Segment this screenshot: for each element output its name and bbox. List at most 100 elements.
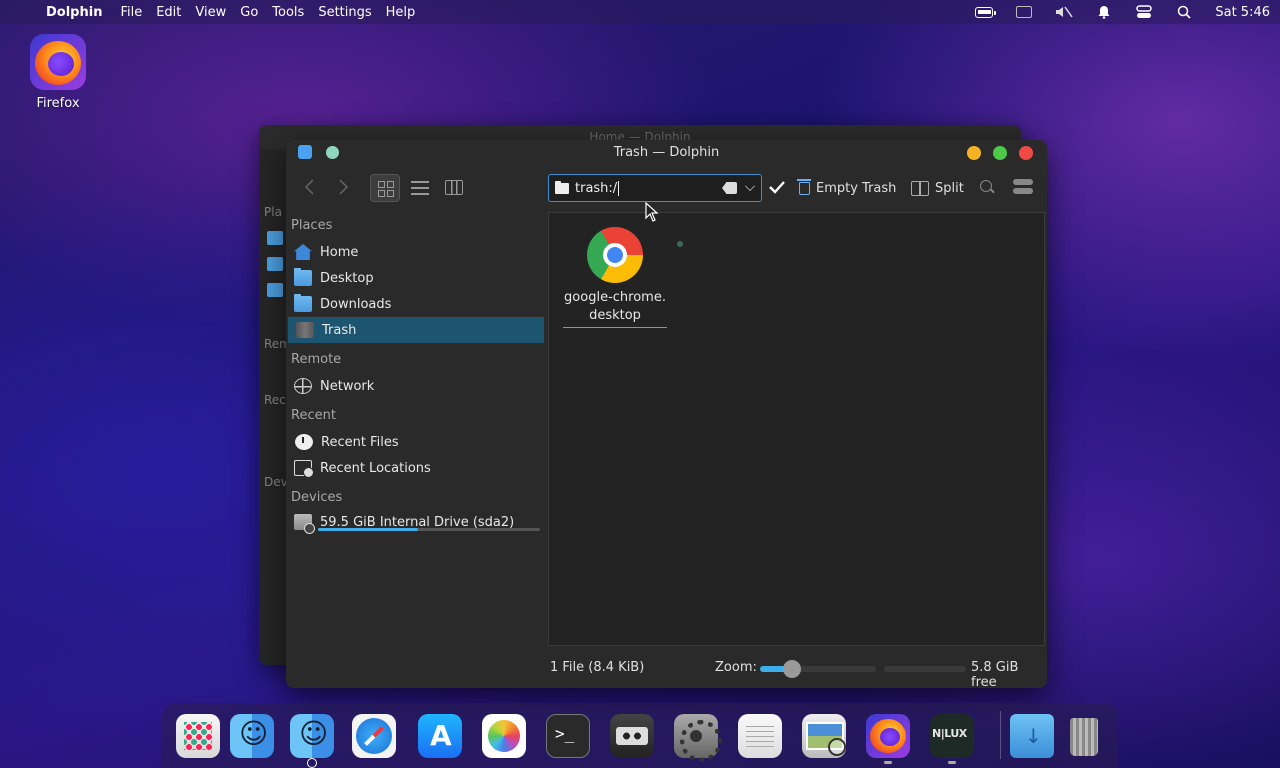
checkmark-icon xyxy=(769,181,785,194)
close-button[interactable] xyxy=(1019,146,1033,160)
icons-view-button[interactable] xyxy=(370,174,400,202)
chevron-right-icon xyxy=(339,179,349,195)
cassette-player-icon[interactable] xyxy=(610,714,654,758)
window-titlebar[interactable]: Trash — Dolphin xyxy=(286,140,1047,164)
details-view-button[interactable] xyxy=(438,174,468,202)
globe-icon xyxy=(294,378,312,394)
list-view-icon xyxy=(411,181,429,195)
control-center-icon[interactable] xyxy=(1135,5,1153,19)
places-panel: Places Home Desktop Downloads Trash Remo… xyxy=(286,210,544,650)
zoom-slider-handle[interactable] xyxy=(783,660,802,678)
sidebar-item-internal-drive[interactable]: 59.5 GiB Internal Drive (sda2) xyxy=(288,509,544,535)
places-section-title: Places xyxy=(291,218,333,233)
chevron-left-icon xyxy=(304,179,314,195)
confirm-location-button[interactable] xyxy=(768,178,785,196)
menu-settings[interactable]: Settings xyxy=(318,5,371,20)
nilux-icon[interactable] xyxy=(930,714,974,758)
system-settings-icon[interactable] xyxy=(674,714,722,762)
zoom-label: Zoom: xyxy=(715,660,757,675)
desktop-icon-firefox[interactable]: Firefox xyxy=(22,34,94,111)
compact-view-button[interactable] xyxy=(404,174,434,202)
sidebar-item-label: Recent Files xyxy=(321,434,399,450)
zoom-slider[interactable] xyxy=(760,660,876,678)
menu-bar-clock[interactable]: Sat 5:46 xyxy=(1215,5,1270,20)
empty-trash-button[interactable]: Empty Trash xyxy=(797,174,897,202)
dolphin-app-icon[interactable] xyxy=(298,145,312,159)
sidebar-item-downloads[interactable]: Downloads xyxy=(288,291,544,317)
empty-trash-label: Empty Trash xyxy=(816,180,897,196)
preview-icon[interactable] xyxy=(802,714,846,758)
location-bar[interactable]: trash:/ xyxy=(548,174,762,202)
maximize-button[interactable] xyxy=(993,146,1007,160)
sidebar-item-trash[interactable]: Trash xyxy=(288,317,544,343)
downloads-folder-icon[interactable] xyxy=(1010,714,1054,758)
sidebar-item-home[interactable]: Home xyxy=(288,239,544,265)
notification-bell-icon[interactable] xyxy=(1095,5,1113,19)
sidebar-item-recent-locations[interactable]: Recent Locations xyxy=(288,455,544,481)
firefox-icon[interactable] xyxy=(866,714,910,758)
firefox-icon xyxy=(30,34,86,90)
add-icon xyxy=(307,758,317,768)
location-input[interactable]: trash:/ xyxy=(575,181,617,196)
file-name: google-chrome. desktop xyxy=(563,289,667,328)
folder-icon xyxy=(555,180,569,194)
menu-edit[interactable]: Edit xyxy=(156,5,181,20)
forward-button[interactable] xyxy=(332,176,354,198)
trash-icon xyxy=(797,178,811,195)
drive-icon xyxy=(294,514,315,534)
terminal-icon[interactable] xyxy=(546,714,590,758)
safari-icon[interactable] xyxy=(352,714,396,758)
clear-location-icon[interactable] xyxy=(722,182,737,194)
dock xyxy=(162,703,1118,768)
search-icon[interactable] xyxy=(980,180,992,192)
app-store-icon[interactable] xyxy=(418,714,462,758)
minimize-button[interactable] xyxy=(967,146,981,160)
dock-separator xyxy=(1000,711,1001,759)
drive-usage-fill xyxy=(318,528,418,531)
finder-icon[interactable] xyxy=(290,714,334,758)
hamburger-menu-icon[interactable] xyxy=(1013,179,1033,195)
split-view-icon xyxy=(911,180,929,196)
dolphin-window-trash: Trash — Dolphin trash:/ Empty Trash Spli… xyxy=(286,140,1047,688)
app-name-menu[interactable]: Dolphin xyxy=(46,5,102,20)
textedit-icon[interactable] xyxy=(738,714,782,758)
sidebar-item-label: Recent Locations xyxy=(320,460,431,476)
spotlight-search-icon[interactable] xyxy=(1175,5,1193,19)
home-icon xyxy=(294,244,312,260)
text-caret xyxy=(618,180,620,196)
volume-muted-icon[interactable] xyxy=(1055,5,1073,19)
menu-file[interactable]: File xyxy=(120,5,142,20)
remote-section-title: Remote xyxy=(291,352,342,367)
launchpad-icon[interactable] xyxy=(176,714,220,758)
sidebar-item-desktop[interactable]: Desktop xyxy=(288,265,544,291)
back-button[interactable] xyxy=(300,176,322,198)
menu-help[interactable]: Help xyxy=(386,5,416,20)
photos-icon[interactable] xyxy=(482,714,526,758)
mouse-cursor-icon xyxy=(645,202,659,222)
trash-icon[interactable] xyxy=(1062,714,1106,758)
chrome-icon xyxy=(587,227,643,283)
background-sidebar-label: Rec xyxy=(264,393,286,407)
free-space-text: 5.8 GiB free xyxy=(971,660,1019,688)
window-title: Trash — Dolphin xyxy=(613,144,720,160)
grid-view-icon xyxy=(378,181,394,197)
trash-icon xyxy=(296,322,314,338)
home-icon xyxy=(267,231,283,245)
chevron-down-icon[interactable] xyxy=(745,181,755,191)
keep-on-top-button[interactable] xyxy=(326,146,339,159)
sidebar-item-label: Home xyxy=(320,244,359,260)
finder-icon[interactable] xyxy=(230,714,274,758)
menu-tools[interactable]: Tools xyxy=(272,5,304,20)
menu-go[interactable]: Go xyxy=(240,5,258,20)
sidebar-item-recent-files[interactable]: Recent Files xyxy=(288,429,544,455)
file-item[interactable]: google-chrome. desktop xyxy=(563,227,667,328)
split-view-button[interactable]: Split xyxy=(911,174,964,202)
menu-view[interactable]: View xyxy=(195,5,226,20)
file-view[interactable]: google-chrome. desktop xyxy=(548,212,1045,646)
display-icon[interactable] xyxy=(1015,5,1033,19)
sidebar-item-network[interactable]: Network xyxy=(288,373,544,399)
running-indicator xyxy=(884,761,892,764)
sidebar-item-label: Downloads xyxy=(320,296,392,312)
battery-icon[interactable] xyxy=(975,5,997,19)
columns-view-icon xyxy=(445,180,463,195)
